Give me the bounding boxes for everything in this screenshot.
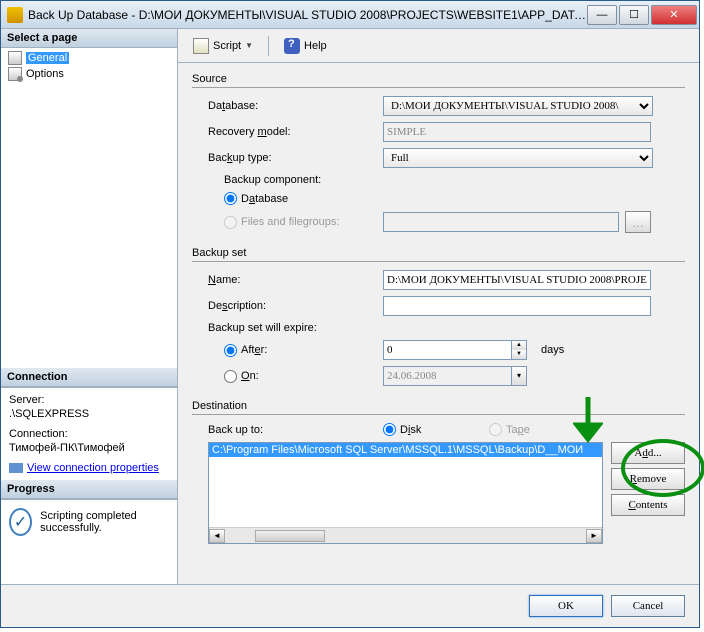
ok-button[interactable]: OK (529, 595, 603, 617)
page-list: General Options (1, 48, 177, 368)
destination-item[interactable]: C:\Program Files\Microsoft SQL Server\MS… (209, 443, 602, 457)
progress-header: Progress (1, 480, 177, 499)
database-label: Database: (208, 100, 383, 112)
server-value: .\SQLEXPRESS (9, 408, 169, 420)
backup-type-select[interactable]: Full (383, 148, 653, 168)
scroll-left-icon[interactable]: ◄ (209, 529, 225, 543)
general-icon (8, 51, 22, 65)
on-date-picker: ▾ (383, 366, 527, 386)
horizontal-scrollbar[interactable]: ◄ ► (209, 527, 602, 543)
minimize-button[interactable]: — (587, 5, 617, 25)
database-radio[interactable]: Database (224, 192, 383, 205)
contents-button[interactable]: Contents (611, 494, 685, 516)
connection-label: Connection: (9, 428, 169, 440)
source-group: Source Database: D:\МОИ ДОКУМЕНТЫ\VISUAL… (192, 73, 685, 239)
server-label: Server: (9, 394, 169, 406)
help-icon (284, 38, 300, 54)
titlebar[interactable]: Back Up Database - D:\МОИ ДОКУМЕНТЫ\VISU… (1, 1, 699, 29)
chevron-down-icon: ▼ (245, 41, 253, 50)
after-value[interactable] (383, 340, 511, 360)
spin-down-icon[interactable]: ▼ (512, 350, 526, 359)
after-spinner[interactable]: ▲▼ (383, 340, 527, 360)
source-label: Source (192, 73, 685, 88)
progress-section: ✓ Scripting completed successfully. (1, 499, 177, 544)
left-pane: Select a page General Options Connection… (1, 29, 178, 584)
on-radio-input[interactable] (224, 370, 237, 383)
calendar-dropdown-icon: ▾ (511, 366, 527, 386)
dialog-window: Back Up Database - D:\МОИ ДОКУМЕНТЫ\VISU… (0, 0, 700, 628)
after-radio[interactable]: After: (224, 344, 383, 357)
destination-label: Destination (192, 400, 685, 415)
component-label: Backup component: (208, 174, 383, 186)
database-select[interactable]: D:\МОИ ДОКУМЕНТЫ\VISUAL STUDIO 2008\ (383, 96, 653, 116)
options-icon (8, 67, 22, 81)
filegroups-browse-button: ... (625, 211, 651, 233)
add-button[interactable]: Add... (611, 442, 685, 464)
filegroups-radio-input (224, 216, 237, 229)
maximize-button[interactable]: ☐ (619, 5, 649, 25)
connection-value: Тимофей-ПК\Тимофей (9, 442, 169, 454)
success-icon: ✓ (9, 508, 32, 536)
help-button[interactable]: Help (277, 34, 334, 58)
right-pane: Script ▼ Help Source Database: (178, 29, 699, 584)
days-label: days (541, 344, 564, 356)
tape-radio-input (489, 423, 502, 436)
script-button[interactable]: Script ▼ (186, 34, 260, 58)
name-input[interactable] (383, 270, 651, 290)
backup-set-group: Backup set Name: Description: Backup set… (192, 247, 685, 392)
close-button[interactable]: ✕ (651, 5, 697, 25)
scroll-thumb[interactable] (255, 530, 325, 542)
select-page-header: Select a page (1, 29, 177, 48)
backup-set-label: Backup set (192, 247, 685, 262)
backup-type-label: Backup type: (208, 152, 383, 164)
remove-button[interactable]: Remove (611, 468, 685, 490)
link-icon (9, 463, 23, 473)
filegroups-input (383, 212, 619, 232)
on-radio[interactable]: On: (224, 370, 383, 383)
page-label: Options (26, 68, 64, 80)
connection-section: Server: .\SQLEXPRESS Connection: Тимофей… (1, 387, 177, 480)
toolbar-separator (268, 36, 269, 56)
expire-label: Backup set will expire: (208, 322, 383, 334)
progress-text: Scripting completed successfully. (40, 510, 169, 534)
toolbar: Script ▼ Help (178, 29, 699, 63)
connection-header: Connection (1, 368, 177, 387)
description-input[interactable] (383, 296, 651, 316)
spin-up-icon[interactable]: ▲ (512, 341, 526, 350)
page-label: General (26, 52, 69, 64)
on-date-input (383, 366, 511, 386)
description-label: Description: (208, 300, 383, 312)
after-radio-input[interactable] (224, 344, 237, 357)
scroll-right-icon[interactable]: ► (586, 529, 602, 543)
window-title: Back Up Database - D:\МОИ ДОКУМЕНТЫ\VISU… (28, 8, 587, 22)
recovery-label: Recovery model: (208, 126, 383, 138)
name-label: Name: (208, 274, 383, 286)
view-connection-link[interactable]: View connection properties (9, 462, 169, 474)
page-item-options[interactable]: Options (3, 66, 175, 82)
tape-radio: Tape (489, 423, 530, 436)
destination-list[interactable]: C:\Program Files\Microsoft SQL Server\MS… (208, 442, 603, 544)
form-area: Source Database: D:\МОИ ДОКУМЕНТЫ\VISUAL… (178, 63, 699, 584)
page-item-general[interactable]: General (3, 50, 175, 66)
disk-radio-input[interactable] (383, 423, 396, 436)
cancel-button[interactable]: Cancel (611, 595, 685, 617)
script-icon (193, 38, 209, 54)
backup-to-label: Back up to: (208, 424, 383, 436)
database-icon (7, 7, 23, 23)
recovery-input (383, 122, 651, 142)
database-radio-input[interactable] (224, 192, 237, 205)
filegroups-radio: Files and filegroups: (224, 216, 383, 229)
button-bar: OK Cancel (1, 584, 699, 626)
disk-radio[interactable]: Disk (383, 423, 483, 436)
destination-group: Destination Back up to: Disk (192, 400, 685, 550)
